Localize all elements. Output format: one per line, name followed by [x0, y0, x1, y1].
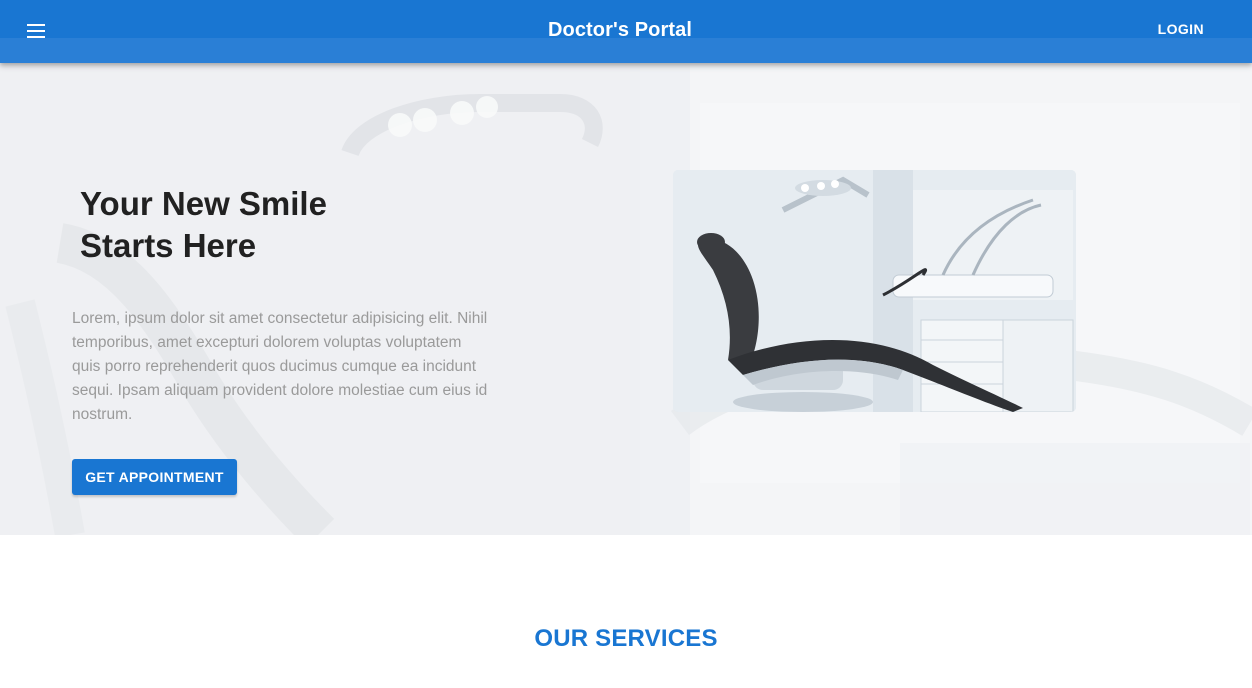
login-button[interactable]: LOGIN [1158, 21, 1204, 37]
services-heading: OUR SERVICES [534, 625, 718, 652]
hero-title-line-2: Starts Here [80, 227, 257, 264]
hero-description: Lorem, ipsum dolor sit amet consectetur … [72, 310, 488, 423]
hero-section: Your New Smile Starts Here Lorem, ipsum … [0, 63, 1252, 535]
hero-title: Your New Smile Starts Here [80, 183, 410, 267]
app-bar: Doctor's Portal LOGIN [0, 0, 1252, 63]
dental-chair-illustration [673, 170, 1076, 412]
dental-chair-image [673, 170, 1076, 412]
hero-title-line-1: Your New Smile [80, 185, 327, 222]
app-title: Doctor's Portal [547, 19, 693, 41]
get-appointment-button[interactable]: GET APPOINTMENT [72, 459, 237, 495]
